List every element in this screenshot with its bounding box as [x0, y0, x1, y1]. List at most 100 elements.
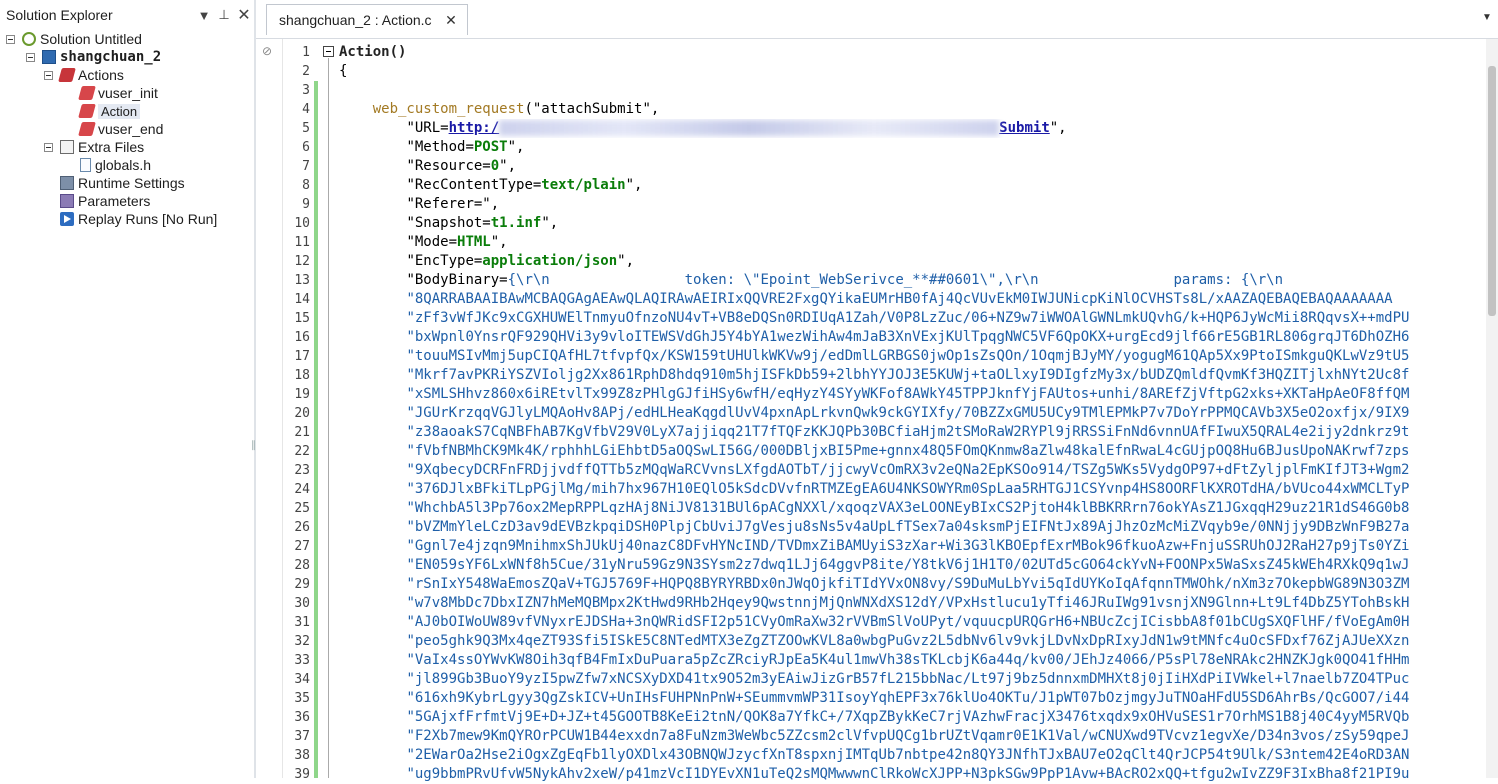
code-token: "jl899Gb3BuoY9yzI5pwZfw7xNCSXyDXD41tx9O5… — [406, 671, 1410, 687]
code-token: "WhchbA5l3Pp76ox2MepRPPLqzHAj8NiJV8131BU… — [406, 500, 1410, 516]
tree-item-label: Actions — [78, 67, 124, 83]
tree-item-label: vuser_end — [98, 121, 164, 137]
line-number: 11 — [294, 235, 310, 250]
collapse-toggle[interactable] — [44, 143, 53, 152]
code-token: "Mkrf7avPKRiYSZVIoljg2Xx861RphD8hdq910m5… — [406, 367, 1410, 383]
code-line: "w7v8MbDc7DbxIZN7hMeMQBMpx2KtHwd9RHb2Hqe… — [339, 594, 1479, 613]
tree-item-label: globals.h — [95, 157, 152, 173]
tree-item-extra-files[interactable]: Extra Files — [60, 138, 144, 156]
fold-guide — [328, 58, 329, 778]
line-number: 19 — [294, 387, 310, 402]
code-url-link[interactable]: http:/ — [449, 120, 500, 136]
line-number: 35 — [294, 691, 310, 706]
code-line-7: "Resource=0", — [406, 158, 517, 174]
line-number: 25 — [294, 501, 310, 516]
fold-toggle-icon[interactable] — [323, 46, 334, 57]
code-line: "fVbfNBMhCK9Mk4K/rphhhLGiEhbtD5aOQSwLI56… — [339, 442, 1479, 461]
action-icon — [78, 86, 96, 100]
code-token: "AJ0bOIWoUW89vfVNyxrEJDSHa+3nQWRidSFI2p5… — [406, 614, 1410, 630]
line-number: 10 — [294, 216, 310, 231]
line-number: 8 — [302, 178, 310, 193]
code-token: "Mode= — [406, 234, 458, 250]
line-number: 27 — [294, 539, 310, 554]
line-number: 2 — [302, 64, 310, 79]
code-token: ("attachSubmit", — [524, 101, 660, 117]
line-number: 13 — [294, 273, 310, 288]
code-line: "xSMLSHhvz860x6iREtvlTx99Z8zPHlgGJfiHSy6… — [339, 385, 1479, 404]
tree-item-parameters[interactable]: Parameters — [60, 192, 150, 210]
code-token: text/plain — [541, 177, 626, 193]
code-token: "touuMSIvMmj5upCIQAfHL7tfvpfQx/KSW159tUH… — [406, 348, 1410, 364]
tree-item-globals-h[interactable]: globals.h — [80, 156, 151, 174]
tree-item-action[interactable]: Action — [78, 102, 141, 120]
close-icon[interactable]: ✕ — [234, 5, 254, 25]
code-token: "9XqbecyDCRFnFRDjjvdffQTTb5zMQqWaRCVvnsL… — [406, 462, 1410, 478]
line-number: 20 — [294, 406, 310, 421]
editor-gutter[interactable] — [256, 39, 283, 778]
tree-item-vuser-init[interactable]: vuser_init — [78, 84, 158, 102]
tree-item-project[interactable]: shangchuan_2 — [42, 48, 161, 66]
tree-item-actions[interactable]: Actions — [58, 66, 124, 84]
tree-item-solution[interactable]: Solution Untitled — [22, 30, 142, 48]
breakpoint-icon[interactable]: ⊘ — [262, 44, 278, 58]
code-token: "BodyBinary= — [406, 272, 508, 288]
code-token: "rSnIxY548WaEmosZQaV+TGJ5769F+HQPQ8BYRYR… — [406, 576, 1410, 592]
code-token: web_custom_request — [372, 101, 525, 117]
code-line-11: "Mode=HTML", — [406, 234, 508, 250]
tree-item-vuser-end[interactable]: vuser_end — [78, 120, 164, 138]
body-binary-lines: "8QARRABAAIBAwMCBAQGAgAEAwQLAQIRAwAEIRIx… — [339, 290, 1479, 784]
collapse-toggle[interactable] — [44, 71, 53, 80]
line-number: 1 — [302, 45, 310, 60]
code-line-6: "Method=POST", — [406, 139, 525, 155]
solution-icon — [22, 32, 36, 46]
code-url-link[interactable]: Submit — [999, 120, 1050, 136]
dropdown-arrow-icon[interactable]: ▼ — [194, 5, 214, 25]
tab-action-c[interactable]: shangchuan_2 : Action.c ✕ — [266, 4, 468, 35]
code-token: "5GAjxfFrfmtVj9E+D+JZ+t45GOOTB8KeEi2tnN/… — [406, 709, 1410, 725]
code-line: "bxWpnl0YnsrQF929QHVi3y9vloITEWSVdGhJ5Y4… — [339, 328, 1479, 347]
tab-list-dropdown-icon[interactable]: ▼ — [1482, 12, 1494, 24]
line-number: 15 — [294, 311, 310, 326]
code-token: "Method= — [406, 139, 474, 155]
line-number: 4 — [302, 102, 310, 117]
collapse-toggle[interactable] — [6, 35, 15, 44]
line-number: 32 — [294, 634, 310, 649]
code-token: "xSMLSHhvz860x6iREtvlTx99Z8zPHlgGJfiHSy6… — [406, 386, 1410, 402]
code-line: "touuMSIvMmj5upCIQAfHL7tfvpfQx/KSW159tUH… — [339, 347, 1479, 366]
line-number: 26 — [294, 520, 310, 535]
code-token: "RecContentType= — [406, 177, 542, 193]
tree-item-runtime-settings[interactable]: Runtime Settings — [60, 174, 185, 192]
line-number: 21 — [294, 425, 310, 440]
change-marker-bar — [314, 81, 318, 778]
pin-icon[interactable]: ⊥ — [214, 5, 234, 25]
tree-item-replay-runs[interactable]: Replay Runs [No Run] — [60, 210, 217, 228]
line-number: 29 — [294, 577, 310, 592]
code-editor[interactable]: Action() { web_custom_request("attachSub… — [339, 43, 1479, 784]
code-line-1: Action() — [339, 43, 1479, 62]
line-number: 7 — [302, 159, 310, 174]
line-number: 16 — [294, 330, 310, 345]
line-number: 31 — [294, 615, 310, 630]
code-token: "Resource= — [406, 158, 491, 174]
line-number: 22 — [294, 444, 310, 459]
code-line: "9XqbecyDCRFnFRDjjvdffQTTb5zMQqWaRCVvnsL… — [339, 461, 1479, 480]
code-line: "616xh9KybrLgyy3QgZskICV+UnIHsFUHPNnPnW+… — [339, 689, 1479, 708]
tab-label: shangchuan_2 : Action.c — [279, 12, 432, 28]
line-number: 33 — [294, 653, 310, 668]
tree-item-label: Parameters — [78, 193, 151, 209]
scrollbar-thumb[interactable] — [1488, 66, 1496, 316]
line-number: 38 — [294, 748, 310, 763]
solution-explorer-header: Solution Explorer ▼ ⊥ ✕ — [0, 0, 254, 30]
code-token: "EncType= — [406, 253, 483, 269]
collapse-toggle[interactable] — [26, 53, 35, 62]
code-line-2: { — [339, 62, 1479, 81]
close-icon[interactable]: ✕ — [443, 12, 459, 28]
code-token: "w7v8MbDc7DbxIZN7hMeMQBMpx2KtHwd9RHb2Hqe… — [406, 595, 1410, 611]
code-token: "8QARRABAAIBAwMCBAQGAgAEAwQLAQIRAwAEIRIx… — [406, 291, 1393, 307]
line-number: 34 — [294, 672, 310, 687]
line-number: 14 — [294, 292, 310, 307]
code-token: ", — [1049, 120, 1067, 136]
code-token: "F2Xb7mew9KmQYROrPCUW1B44exxdn7a8FuNzm3W… — [406, 728, 1410, 744]
tree-item-label: Extra Files — [78, 139, 145, 155]
code-line: "jl899Gb3BuoY9yzI5pwZfw7xNCSXyDXD41tx9O5… — [339, 670, 1479, 689]
